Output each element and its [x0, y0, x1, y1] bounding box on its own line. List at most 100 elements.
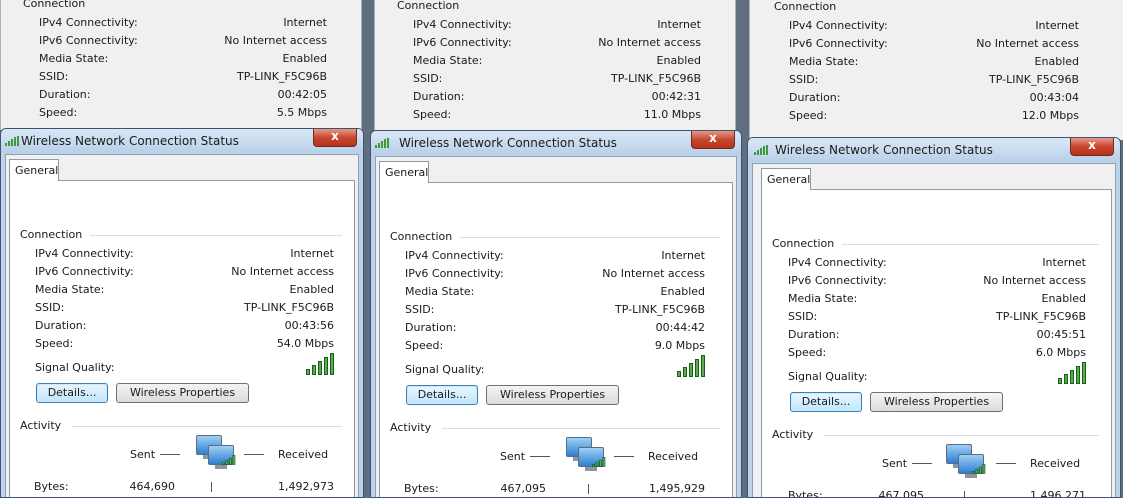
activity-heading: Activity	[390, 421, 432, 434]
connection-heading: Connection	[23, 0, 86, 10]
media-state-label: Media State:	[35, 283, 105, 296]
ssid-value: TP-LINK_F5C96B	[611, 72, 701, 85]
media-state-value: Enabled	[660, 285, 705, 298]
ipv6-value: No Internet access	[598, 36, 701, 49]
wireless-properties-button[interactable]: Wireless Properties	[870, 392, 1003, 412]
signal-bars-icon	[1058, 362, 1086, 384]
activity-heading: Activity	[20, 419, 62, 432]
ipv6-label: IPv6 Connectivity:	[39, 34, 138, 47]
signal-quality-label: Signal Quality:	[35, 361, 115, 374]
duration-label: Duration:	[413, 90, 465, 103]
duration-value: 00:43:04	[1029, 91, 1079, 104]
wireless-properties-button[interactable]: Wireless Properties	[116, 383, 249, 403]
connection-heading: Connection	[397, 0, 460, 12]
tab-general-label: General	[385, 166, 429, 179]
duration-label: Duration:	[39, 88, 91, 101]
duration-value: 00:42:05	[277, 88, 327, 101]
status-window-3: Wireless Network Connection Status x Gen…	[747, 137, 1121, 498]
background-status-panel-1: Connection IPv4 Connectivity: Internet I…	[0, 0, 362, 130]
ssid-label: SSID:	[39, 70, 69, 83]
duration-value: 00:42:31	[651, 90, 701, 103]
received-label: Received	[648, 450, 699, 463]
speed-value: 54.0 Mbps	[276, 337, 334, 350]
media-state-label: Media State:	[405, 285, 475, 298]
background-status-panel-3: Connection IPv4 Connectivity: Internet I…	[749, 0, 1123, 140]
speed-label: Speed:	[789, 109, 828, 122]
duration-value: 00:44:42	[655, 321, 705, 334]
connection-heading: Connection	[20, 228, 83, 241]
close-button[interactable]: x	[313, 129, 357, 147]
sent-label: Sent	[130, 448, 156, 461]
wireless-properties-button[interactable]: Wireless Properties	[486, 385, 619, 405]
connection-heading: Connection	[390, 230, 453, 243]
close-button[interactable]: x	[691, 131, 735, 149]
bytes-sent-value: 464,690	[129, 480, 176, 493]
details-button[interactable]: Details...	[36, 383, 108, 403]
close-icon: x	[709, 131, 717, 145]
speed-value: 9.0 Mbps	[654, 339, 705, 352]
ssid-value: TP-LINK_F5C96B	[615, 303, 705, 316]
media-state-value: Enabled	[1041, 292, 1086, 305]
duration-value: 00:45:51	[1036, 328, 1086, 341]
title-bar[interactable]: Wireless Network Connection Status x	[1, 129, 363, 153]
media-state-label: Media State:	[413, 54, 483, 67]
signal-bars-icon	[375, 138, 389, 148]
ipv6-value: No Internet access	[231, 265, 334, 278]
status-window-1: Wireless Network Connection Status x Gen…	[0, 128, 364, 498]
ipv4-value: Internet	[661, 249, 705, 262]
media-state-value: Enabled	[1034, 55, 1079, 68]
close-button[interactable]: x	[1070, 138, 1114, 156]
ipv4-label: IPv4 Connectivity:	[405, 249, 504, 262]
ssid-value: TP-LINK_F5C96B	[237, 70, 327, 83]
ssid-label: SSID:	[413, 72, 443, 85]
details-button[interactable]: Details...	[406, 385, 478, 405]
duration-label: Duration:	[35, 319, 87, 332]
sent-line	[530, 456, 550, 457]
ipv4-value: Internet	[657, 18, 701, 31]
title-bar[interactable]: Wireless Network Connection Status x	[748, 138, 1120, 162]
bytes-sent-value: 467,095	[878, 489, 925, 498]
received-line	[614, 456, 634, 457]
media-state-label: Media State:	[788, 292, 858, 305]
speed-value: 12.0 Mbps	[1021, 109, 1079, 122]
duration-value: 00:43:56	[284, 319, 334, 332]
ipv4-value: Internet	[283, 16, 327, 29]
media-state-label: Media State:	[39, 52, 109, 65]
ipv6-label: IPv6 Connectivity:	[35, 265, 134, 278]
tab-general[interactable]: General	[9, 159, 59, 181]
activity-divider	[72, 426, 342, 427]
bytes-label: Bytes:	[404, 482, 439, 495]
window-title: Wireless Network Connection Status	[775, 143, 993, 157]
ssid-value: TP-LINK_F5C96B	[989, 73, 1079, 86]
ipv6-value: No Internet access	[224, 34, 327, 47]
speed-label: Speed:	[788, 346, 827, 359]
general-tab-panel: Connection IPv4 Connectivity: Internet I…	[9, 180, 355, 497]
close-icon: x	[331, 129, 339, 143]
ipv4-label: IPv4 Connectivity:	[39, 16, 138, 29]
ssid-label: SSID:	[35, 301, 65, 314]
media-state-label: Media State:	[789, 55, 859, 68]
received-label: Received	[1030, 457, 1081, 470]
status-window-2: Wireless Network Connection Status x Gen…	[370, 130, 742, 498]
tab-general[interactable]: General	[761, 168, 811, 190]
signal-bars-icon	[677, 355, 705, 377]
network-computers-icon	[192, 433, 244, 473]
speed-value: 6.0 Mbps	[1035, 346, 1086, 359]
details-button[interactable]: Details...	[790, 392, 862, 412]
window-title: Wireless Network Connection Status	[399, 136, 617, 150]
tab-general[interactable]: General	[379, 161, 429, 183]
duration-label: Duration:	[789, 91, 841, 104]
ipv6-label: IPv6 Connectivity:	[405, 267, 504, 280]
sent-line	[160, 454, 180, 455]
ssid-label: SSID:	[789, 73, 819, 86]
ssid-value: TP-LINK_F5C96B	[996, 310, 1086, 323]
signal-bars-icon	[306, 353, 334, 375]
media-state-value: Enabled	[282, 52, 327, 65]
speed-label: Speed:	[413, 108, 452, 121]
ipv4-label: IPv4 Connectivity:	[789, 19, 888, 32]
duration-label: Duration:	[405, 321, 457, 334]
title-bar[interactable]: Wireless Network Connection Status x	[371, 131, 741, 155]
activity-heading: Activity	[772, 428, 814, 441]
ipv6-value: No Internet access	[976, 37, 1079, 50]
close-icon: x	[1088, 138, 1096, 152]
